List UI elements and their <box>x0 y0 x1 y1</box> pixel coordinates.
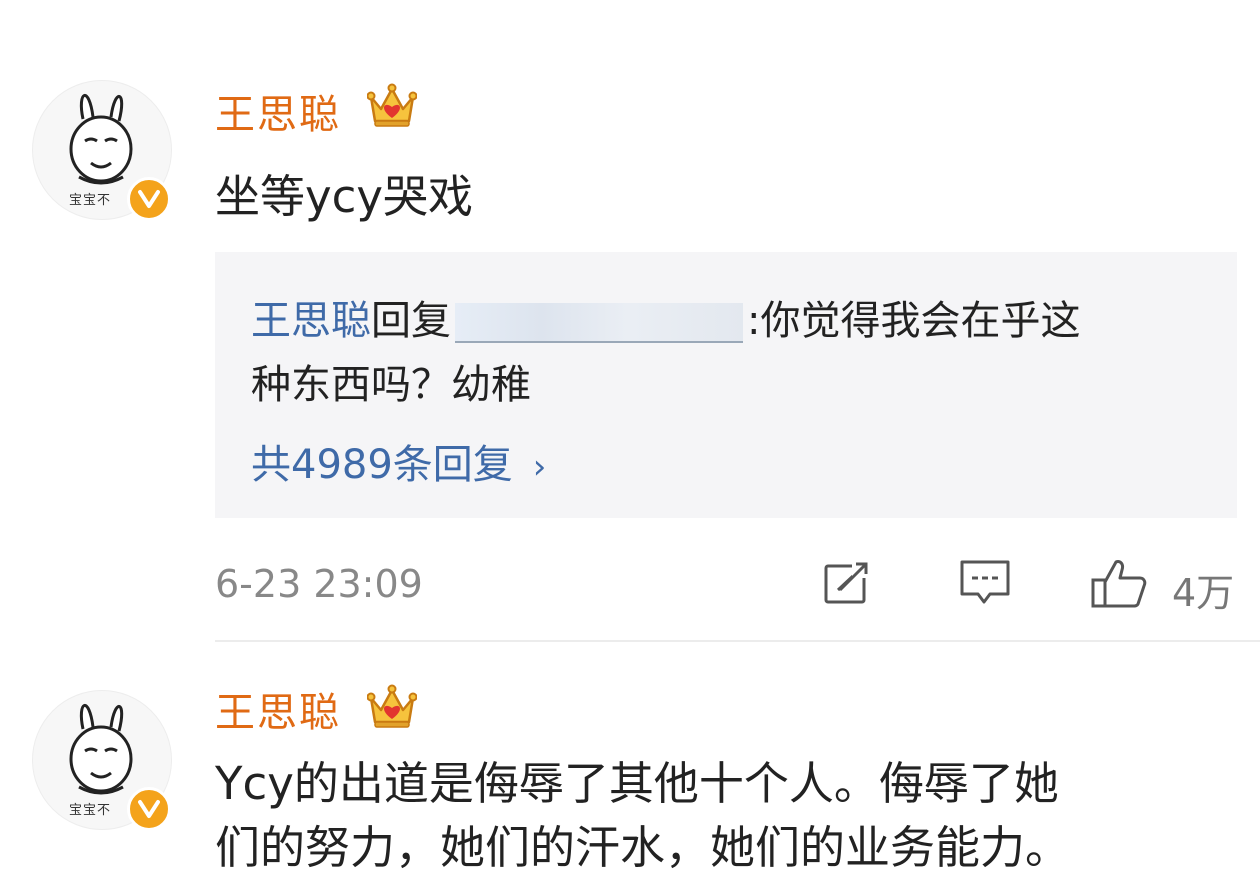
reply-text: :你觉得我会在乎这 <box>747 298 1081 344</box>
reply-preview-box[interactable]: 王思聪回复 :你觉得我会在乎这 种东西吗？幼稚 共4989条回复 › <box>215 252 1237 518</box>
comment-text-line: Ycy的出道是侮辱了其他十个人。侮辱了她 <box>215 757 1059 810</box>
crown-vip-icon[interactable] <box>367 83 417 129</box>
username[interactable]: 王思聪 <box>215 680 341 738</box>
reply-count-label: 共4989条回复 <box>251 442 513 488</box>
comment-item: 宝宝不 王思聪 Ycy的出道是侮辱了其他十个人。侮辱了她 们的努力，她们的汗水，… <box>0 642 1260 890</box>
like-count: 4万 <box>1172 571 1235 615</box>
redacted-username <box>455 303 743 343</box>
crown-vip-icon[interactable] <box>367 684 417 730</box>
verified-v-badge-icon <box>127 177 171 221</box>
comment-text: Ycy的出道是侮辱了其他十个人。侮辱了她 们的努力，她们的汗水，她们的业务能力。 <box>215 752 1070 880</box>
chevron-right-icon: › <box>532 447 547 487</box>
share-icon[interactable] <box>822 558 874 606</box>
timestamp: 6-23 23:09 <box>215 562 423 606</box>
comment-text: 坐等ycy哭戏 <box>215 170 474 223</box>
avatar[interactable]: 宝宝不 <box>32 690 172 831</box>
verified-v-badge-icon <box>127 787 171 831</box>
reply-author-link[interactable]: 王思聪 <box>251 298 371 344</box>
reply-word: 回复 <box>371 298 451 344</box>
view-replies-link[interactable]: 共4989条回复 › <box>251 432 546 490</box>
reply-line: 王思聪回复 :你觉得我会在乎这 <box>251 288 1080 346</box>
comment-icon[interactable] <box>958 558 1012 608</box>
avatar-caption: 宝宝不 <box>69 803 112 818</box>
reply-text-continued: 种东西吗？幼稚 <box>251 362 531 408</box>
avatar[interactable]: 宝宝不 <box>32 80 172 221</box>
username[interactable]: 王思聪 <box>215 82 341 140</box>
avatar-caption: 宝宝不 <box>69 193 112 208</box>
comment-item: 宝宝不 王思聪 坐等ycy哭戏 王思聪回复:你觉得我会在乎这 种东西吗？幼稚 共… <box>0 0 1260 640</box>
thumbs-up-icon[interactable] <box>1090 558 1148 610</box>
comment-text-line: 们的努力，她们的汗水，她们的业务能力。 <box>215 821 1071 874</box>
